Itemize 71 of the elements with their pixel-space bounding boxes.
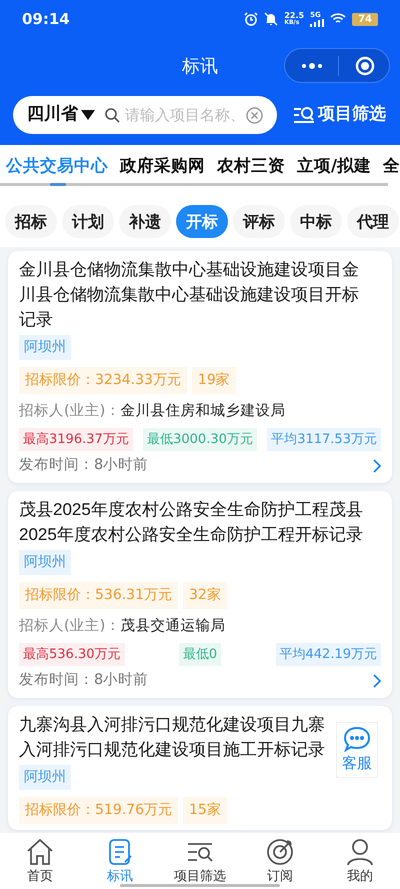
bidder-count-tag: 19家	[192, 367, 236, 394]
bid-card[interactable]: 金川县仓储物流集散中心基础设施建设项目金川县仓储物流集散中心基础设施建设项目开标记录 阿坝州 招标限价：3234.33万元 19家 招标人(业主)：金川县住房和城乡建设局 最高3196.37万元 最低3000.30万元 平均3117.53万元 发布时间：8小时前	[8, 251, 392, 483]
source-tab[interactable]: 农村三资	[217, 154, 285, 179]
chevron-right-icon[interactable]	[373, 674, 381, 688]
search-icon	[105, 108, 120, 122]
signal-icon	[310, 18, 324, 26]
bid-title: 茂县2025年度农村公路安全生命防护工程茂县2025年度农村公路安全生命防护工程开标记录	[19, 499, 364, 546]
tab-scroll-thumb	[50, 182, 66, 186]
nav-tab[interactable]: 项目筛选	[160, 833, 240, 889]
user-icon	[345, 837, 375, 867]
nav-tab[interactable]: 首页	[0, 833, 80, 889]
price-limit-tag: 招标限价：536.31万元	[19, 582, 178, 609]
type-chip[interactable]: 评标	[233, 205, 285, 238]
type-chip[interactable]: 招标	[5, 205, 57, 238]
bidder-count-tag: 15家	[183, 797, 227, 824]
owner-name: 茂县交通运输局	[120, 616, 226, 636]
max-bid-tag: 最高3196.37万元	[19, 428, 133, 452]
bid-title-line: 九寨沟县入河排污口规范化建设项目九寨	[19, 714, 325, 736]
bid-title: 金川县仓储物流集散中心基础设施建设项目金川县仓储物流集散中心基础设施建设项目开标记录	[19, 259, 360, 331]
status-time: 09:14	[22, 8, 70, 30]
max-bid-tag: 最高536.30万元	[19, 642, 124, 666]
clear-icon[interactable]	[246, 106, 263, 124]
nav-tab[interactable]: 我的	[320, 833, 400, 889]
region-tag: 阿坝州	[19, 550, 71, 575]
type-chip[interactable]: 代理	[347, 205, 399, 238]
region-tag: 阿坝州	[19, 335, 71, 360]
home-icon	[25, 837, 55, 867]
owner-label: 招标人(业主)：	[19, 402, 120, 421]
price-limit-tag: 招标限价：3234.33万元	[19, 367, 187, 394]
close-target-icon[interactable]	[355, 56, 375, 76]
filter-search-icon	[293, 104, 315, 125]
source-tab[interactable]: 公共交易中心	[6, 154, 108, 179]
source-tab[interactable]: 全	[383, 154, 400, 179]
chat-bubble-icon	[343, 726, 371, 752]
type-chip[interactable]: 补遗	[119, 205, 171, 238]
type-chip[interactable]: 计划	[62, 205, 114, 238]
owner-name: 金川县住房和城乡建设局	[120, 402, 286, 421]
avg-bid-tag: 平均442.19万元	[276, 642, 381, 666]
region-selector[interactable]: 四川省	[27, 102, 78, 128]
region-tag: 阿坝州	[19, 765, 71, 790]
owner-label: 招标人(业主)：	[19, 616, 120, 636]
source-tab[interactable]: 立项/拟建	[297, 154, 372, 179]
chevron-right-icon[interactable]	[373, 459, 381, 474]
price-limit-tag: 招标限价：519.76万元	[19, 797, 178, 824]
target-icon	[265, 837, 295, 867]
nav-tab[interactable]: 订阅	[240, 833, 320, 889]
more-icon[interactable]	[301, 62, 323, 68]
project-filter-button[interactable]: 项目筛选	[293, 102, 386, 128]
source-tab[interactable]: 政府采购网	[120, 154, 205, 179]
publish-time: 发布时间：8小时前	[19, 671, 148, 690]
avg-bid-tag: 平均3117.53万元	[267, 428, 381, 452]
mute-icon	[264, 12, 278, 26]
bid-card[interactable]: 茂县2025年度农村公路安全生命防护工程茂县2025年度农村公路安全生命防护工程开标记录 阿坝州 招标限价：536.31万元 32家 招标人(业主)：茂县交通运输局 最高536.30万元 最低0 平均442.19万元 发布时间：8小时前	[8, 491, 392, 698]
capsule-menu[interactable]	[284, 48, 390, 83]
battery-indicator: 74	[352, 12, 378, 26]
min-bid-tag: 最低3000.30万元	[143, 428, 257, 452]
customer-service-button[interactable]: 客服	[336, 722, 378, 778]
bidder-count-tag: 32家	[183, 582, 227, 609]
dropdown-caret-icon	[81, 110, 95, 120]
type-chip[interactable]: 开标	[176, 205, 228, 238]
search-input[interactable]: 请输入项目名称、	[125, 104, 243, 126]
type-chip[interactable]: 中标	[290, 205, 342, 238]
net-speed: 22.5	[284, 12, 304, 19]
bid-title-line: 入河排污口规范化建设项目施工开标记录	[19, 739, 325, 761]
search-field[interactable]: 四川省 请输入项目名称、	[13, 96, 277, 134]
publish-time: 发布时间：8小时前	[19, 456, 148, 476]
alarm-icon	[244, 12, 258, 26]
page-title: 标讯	[182, 55, 218, 79]
wifi-icon	[330, 13, 346, 25]
min-bid-tag: 最低0	[178, 642, 222, 666]
nav-tab[interactable]: 标讯	[80, 833, 160, 889]
